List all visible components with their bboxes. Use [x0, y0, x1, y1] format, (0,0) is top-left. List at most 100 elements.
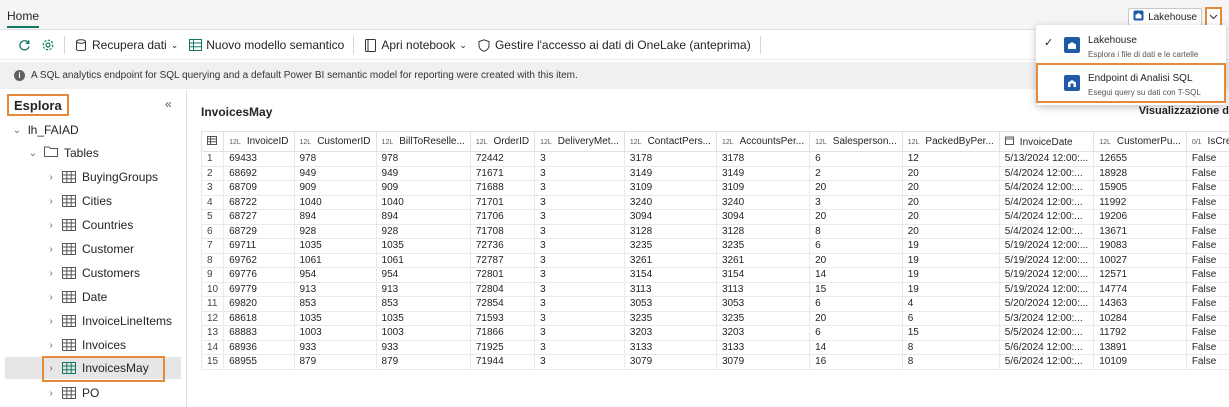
- chevron-down-icon[interactable]: ⌄: [28, 148, 38, 159]
- column-header-label: IsCreditNote: [1207, 136, 1229, 147]
- chevron-right-icon[interactable]: ›: [46, 268, 56, 279]
- column-header[interactable]: 0/1 IsCreditNote: [1185, 131, 1229, 152]
- table-row[interactable]: 9 69776 954 954 72801 3 3154 3154 14 19 5/19/2024 …: [200, 267, 1229, 283]
- select-all-table-icon[interactable]: [200, 131, 225, 152]
- tree-table-item[interactable]: › Cities: [46, 190, 112, 212]
- column-header-label: CustomerPu...: [1116, 136, 1181, 147]
- tree-lakehouse-node[interactable]: ⌄ lh_FAIAD: [12, 119, 79, 141]
- table-row[interactable]: 10 69779 913 913 72804 3 3113 3113 15 19 5/19/2024…: [200, 281, 1229, 297]
- table-name: Countries: [82, 218, 134, 232]
- manage-onelake-access-label: Gestire l'accesso ai dati di OneLake (an…: [494, 38, 751, 52]
- column-type-icon: 0/1: [1191, 139, 1202, 146]
- table-row[interactable]: 2 68692 949 949 71671 3 3149 3149 2 20 5/4/2024 12…: [200, 165, 1229, 181]
- table-row[interactable]: 11 69820 853 853 72854 3 3053 3053 6 4 5/20/2024 1…: [200, 296, 1229, 312]
- column-header[interactable]: 12L DeliveryMet...: [534, 131, 625, 152]
- table-cell: 928: [375, 223, 471, 239]
- new-semantic-model-button[interactable]: Nuovo modello semantico: [183, 34, 349, 56]
- table-row[interactable]: 4 68722 1040 1040 71701 3 3240 3240 3 20 5/4/2024 …: [200, 194, 1229, 210]
- table-cell: 5/3/2024 12:00:...: [998, 310, 1095, 326]
- table-cell: 20: [901, 165, 1000, 181]
- table-cell: 853: [375, 296, 471, 312]
- table-cell: False: [1185, 296, 1229, 312]
- table-row[interactable]: 5 68727 894 894 71706 3 3094 3094 20 20 5/4/2024 1…: [200, 209, 1229, 225]
- table-cell: 18928: [1093, 165, 1187, 181]
- table-row[interactable]: 14 68936 933 933 71925 3 3133 3133 14 8 5/6/2024 1…: [200, 339, 1229, 355]
- table-cell: 3: [534, 194, 625, 210]
- table-cell: 3235: [715, 310, 811, 326]
- tree-table-item[interactable]: › PO: [46, 382, 99, 404]
- chevron-right-icon[interactable]: ›: [46, 340, 56, 351]
- table-cell: 71701: [469, 194, 536, 210]
- table-row[interactable]: 15 68955 879 879 71944 3 3079 3079 16 8 5/6/2024 1…: [200, 354, 1229, 370]
- settings-button[interactable]: [36, 34, 60, 56]
- tree-table-item[interactable]: › Date: [46, 286, 107, 308]
- table-row[interactable]: 8 69762 1061 1061 72787 3 3261 3261 20 19 5/19/202…: [200, 252, 1229, 268]
- column-header[interactable]: 12L Salesperson...: [809, 131, 903, 152]
- folder-icon: [44, 146, 58, 160]
- chevron-right-icon[interactable]: ›: [46, 316, 56, 327]
- column-header[interactable]: InvoiceDate: [998, 131, 1095, 152]
- table-row[interactable]: 6 68729 928 928 71708 3 3128 3128 8 20 5/4/2024 12…: [200, 223, 1229, 239]
- table-cell: 20: [901, 209, 1000, 225]
- column-type-icon: 12L: [907, 139, 920, 146]
- table-row[interactable]: 7 69711 1035 1035 72736 3 3235 3235 6 19 5/19/2024…: [200, 238, 1229, 254]
- manage-onelake-access-button[interactable]: Gestire l'accesso ai dati di OneLake (an…: [472, 34, 756, 56]
- chevron-right-icon[interactable]: ›: [46, 388, 56, 399]
- column-header-label: InvoiceDate: [1019, 136, 1073, 148]
- explorer-title: Esplora: [7, 94, 69, 116]
- table-cell: 3053: [715, 296, 811, 312]
- lakehouse-switcher[interactable]: Lakehouse: [1128, 8, 1202, 26]
- tree-table-item[interactable]: › BuyingGroups: [46, 166, 158, 188]
- chevron-right-icon[interactable]: ›: [46, 220, 56, 231]
- tree-table-item[interactable]: › Customers: [46, 262, 140, 284]
- tab-home[interactable]: Home: [7, 9, 40, 28]
- menu-item-lakehouse[interactable]: ✓ Lakehouse Esplora i file di dati e le …: [1036, 27, 1226, 65]
- column-header-label: AccountsPer...: [739, 136, 805, 147]
- table-cell: 3: [534, 267, 625, 283]
- table-cell: False: [1185, 223, 1229, 239]
- column-header-label: ContactPers...: [647, 136, 711, 147]
- column-header[interactable]: 12L CustomerID: [293, 131, 377, 152]
- collapse-pane-icon[interactable]: «: [165, 97, 172, 111]
- chevron-right-icon[interactable]: ›: [46, 172, 56, 183]
- table-cell: 19: [901, 252, 1000, 268]
- column-header[interactable]: 12L PackedByPer...: [901, 131, 1000, 152]
- table-row[interactable]: 12 68618 1035 1035 71593 3 3235 3235 20 6 5/3/2024…: [200, 310, 1229, 326]
- get-data-button[interactable]: Recupera dati ⌄: [69, 34, 183, 56]
- chevron-right-icon[interactable]: ›: [46, 292, 56, 303]
- table-cell: 1040: [293, 194, 377, 210]
- table-row[interactable]: 3 68709 909 909 71688 3 3109 3109 20 20 5/4/2024 1…: [200, 180, 1229, 196]
- chevron-down-icon[interactable]: ⌄: [12, 125, 22, 136]
- tree-table-item[interactable]: › Countries: [46, 214, 133, 236]
- column-header[interactable]: 12L OrderID: [469, 131, 536, 152]
- column-header[interactable]: 12L BillToReselle...: [375, 131, 471, 152]
- chevron-right-icon[interactable]: ›: [46, 196, 56, 207]
- tree-tables-folder[interactable]: ⌄ Tables: [28, 142, 99, 164]
- column-header[interactable]: 12L AccountsPer...: [715, 131, 811, 152]
- table-cell: 3154: [623, 267, 717, 283]
- open-notebook-button[interactable]: Apri notebook ⌄: [358, 34, 472, 56]
- table-name: Customer: [82, 242, 135, 256]
- tree-table-item[interactable]: › Customer: [46, 238, 134, 260]
- column-header[interactable]: 12L CustomerPu...: [1093, 131, 1187, 152]
- table-cell: 3: [534, 252, 625, 268]
- column-header[interactable]: 12L InvoiceID: [223, 131, 295, 152]
- column-header[interactable]: 12L ContactPers...: [623, 131, 717, 152]
- refresh-button[interactable]: [12, 34, 36, 56]
- table-cell: 4: [901, 296, 1000, 312]
- new-semantic-model-label: Nuovo modello semantico: [206, 38, 345, 52]
- table-cell: 71593: [469, 310, 536, 326]
- table-row[interactable]: 1 69433 978 978 72442 3 3178 3178 6 12 5/13/2024 1…: [200, 151, 1229, 167]
- table-cell: 1061: [293, 252, 377, 268]
- column-header-label: BillToReselle...: [399, 136, 465, 147]
- table-name: InvoiceLineItems: [82, 314, 173, 328]
- table-row[interactable]: 13 68883 1003 1003 71866 3 3203 3203 6 15 5/5/2024…: [200, 325, 1229, 341]
- table-cell: 11792: [1093, 325, 1187, 341]
- tree-table-item[interactable]: › Invoices: [46, 334, 126, 356]
- column-type-icon: 12L: [815, 139, 827, 146]
- switcher-chevron-down-icon[interactable]: [1205, 7, 1222, 27]
- column-type-icon: 12L: [540, 139, 552, 146]
- table-cell: 14: [809, 339, 903, 355]
- tree-table-item[interactable]: › InvoiceLineItems: [46, 310, 172, 332]
- chevron-right-icon[interactable]: ›: [46, 244, 56, 255]
